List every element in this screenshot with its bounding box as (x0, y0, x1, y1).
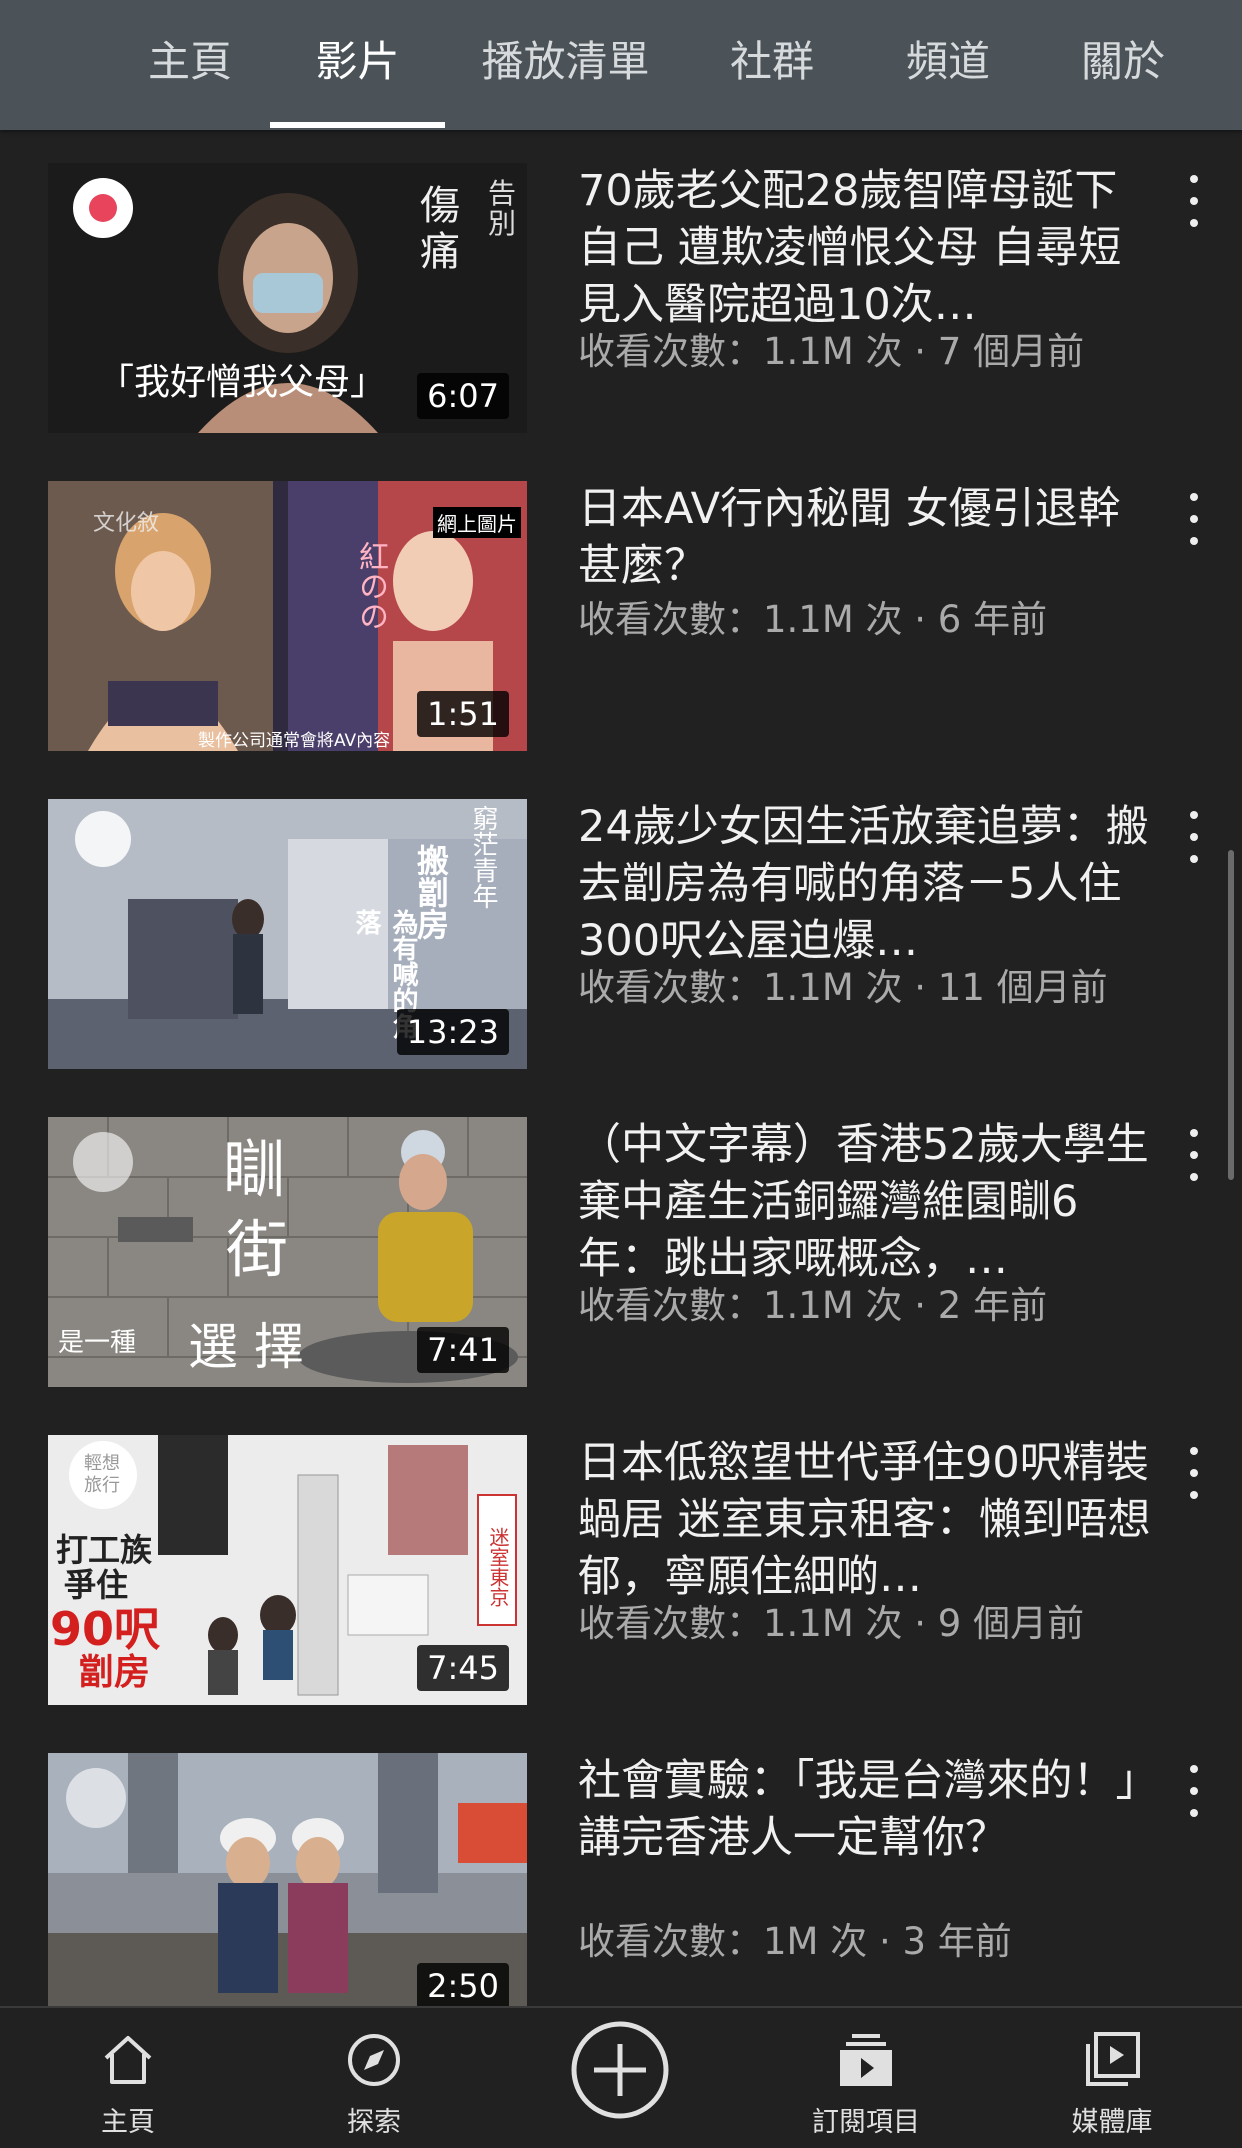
video-thumbnail[interactable]: 窮茫青年 搬劏房 為有喊的角落 13:23 (48, 799, 527, 1069)
tab-home[interactable]: 主頁 (140, 0, 240, 130)
nav-label: 主頁 (101, 2107, 155, 2138)
more-options-icon[interactable] (1172, 807, 1216, 867)
nav-label: 訂閱項目 (812, 2107, 920, 2138)
library-icon (1086, 2032, 1140, 2086)
thumbnail-caption: 選 擇 (188, 1318, 304, 1376)
thumbnail-caption: 迷室東京 (486, 1527, 510, 1607)
nav-label: 媒體庫 (1071, 2107, 1153, 2138)
nav-label: 探索 (347, 2107, 401, 2138)
video-duration: 6:07 (417, 373, 509, 419)
video-thumbnail[interactable]: 2:50 (48, 1753, 527, 2006)
video-item[interactable]: 文化敘 網上圖片 紅のの 製作公司通常會將AV內容 1:51 日本AV行內秘聞 … (0, 481, 1242, 751)
tab-channels[interactable]: 頻道 (898, 0, 998, 130)
video-duration: 13:23 (396, 1009, 509, 1055)
nav-home[interactable]: 主頁 (28, 2008, 228, 2148)
video-thumbnail[interactable]: 輕想旅行 打工族 爭住 90呎 劏房 迷室東京 7:45 (48, 1435, 527, 1705)
thumbnail-caption: 告別 (488, 177, 517, 240)
channel-watermark: 輕想旅行 (84, 1453, 120, 1496)
more-options-icon[interactable] (1172, 1443, 1216, 1503)
tab-playlists[interactable]: 播放清單 (478, 0, 653, 130)
video-duration: 7:41 (417, 1327, 509, 1373)
more-options-icon[interactable] (1172, 489, 1216, 549)
video-item[interactable]: 輕想旅行 打工族 爭住 90呎 劏房 迷室東京 7:45 日本低慾望世代爭住90… (0, 1435, 1242, 1705)
more-options-icon[interactable] (1172, 171, 1216, 231)
video-thumbnail[interactable]: 告別 傷痛 「我好憎我父母」 6:07 (48, 163, 527, 433)
video-list[interactable]: 告別 傷痛 「我好憎我父母」 6:07 70歲老父配28歲智障母誕下自己 遭欺凌… (0, 130, 1242, 2006)
scrollbar[interactable] (1228, 850, 1234, 1180)
video-meta: 收看次數：1.1M 次 · 6 年前 (578, 598, 1048, 641)
nav-library[interactable]: 媒體庫 (1012, 2008, 1212, 2148)
video-meta: 收看次數：1.1M 次 · 7 個月前 (578, 330, 1085, 373)
video-title[interactable]: （中文字幕）香港52歲大學生棄中產生活銅鑼灣維園瞓6年：跳出家嘅概念，… (578, 1117, 1158, 1288)
channel-tab-bar: 主頁 影片 播放清單 社群 頻道 關於 (0, 0, 1242, 130)
thumbnail-caption: 窮茫青年 (468, 805, 498, 909)
video-meta: 收看次數：1.1M 次 · 9 個月前 (578, 1602, 1085, 1645)
video-item[interactable]: 2:50 社會實驗：「我是台灣來的！」講完香港人一定幫你？ 收看次數：1M 次 … (0, 1753, 1242, 2006)
thumbnail-caption: 紅のの (353, 541, 388, 631)
bottom-navigation: 主頁 探索 訂閱項目 媒體庫 (0, 2006, 1242, 2148)
nav-explore[interactable]: 探索 (274, 2008, 474, 2148)
video-duration: 2:50 (417, 1963, 509, 2006)
tab-videos[interactable]: 影片 (270, 0, 445, 130)
video-thumbnail[interactable]: 文化敘 網上圖片 紅のの 製作公司通常會將AV內容 1:51 (48, 481, 527, 751)
video-title[interactable]: 社會實驗：「我是台灣來的！」講完香港人一定幫你？ (578, 1753, 1158, 1867)
thumbnail-caption: 街 (226, 1213, 289, 1286)
video-item[interactable]: 窮茫青年 搬劏房 為有喊的角落 13:23 24歲少女因生活放棄追夢：搬去劏房為… (0, 799, 1242, 1069)
video-thumbnail[interactable]: 瞓 街 是一種 選 擇 7:41 (48, 1117, 527, 1387)
thumbnail-caption: 傷痛 (420, 183, 460, 275)
thumbnail-caption: 是一種 (58, 1328, 137, 1358)
tab-community[interactable]: 社群 (722, 0, 822, 130)
video-item[interactable]: 瞓 街 是一種 選 擇 7:41 （中文字幕）香港52歲大學生棄中產生活銅鑼灣維… (0, 1117, 1242, 1387)
video-title[interactable]: 日本AV行內秘聞 女優引退幹甚麼？ (578, 481, 1158, 595)
home-icon (104, 2036, 152, 2084)
active-tab-indicator (270, 122, 445, 128)
video-meta: 收看次數：1.1M 次 · 11 個月前 (578, 966, 1108, 1009)
more-options-icon[interactable] (1172, 1761, 1216, 1821)
thumbnail-caption: 製作公司通常會將AV內容 (198, 731, 391, 751)
video-duration: 7:45 (417, 1645, 509, 1691)
video-item[interactable]: 告別 傷痛 「我好憎我父母」 6:07 70歲老父配28歲智障母誕下自己 遭欺凌… (0, 163, 1242, 433)
compass-icon (348, 2034, 400, 2086)
video-title[interactable]: 70歲老父配28歲智障母誕下自己 遭欺凌憎恨父母 自尋短見入醫院超過10次… (578, 163, 1158, 334)
video-title[interactable]: 日本低慾望世代爭住90呎精裝蝸居 迷室東京租客：懶到唔想郁，寧願住細啲… (578, 1435, 1158, 1606)
create-icon[interactable] (570, 2020, 670, 2120)
nav-subscriptions[interactable]: 訂閱項目 (766, 2008, 966, 2148)
video-duration: 1:51 (417, 691, 509, 737)
video-meta: 收看次數：1M 次 · 3 年前 (578, 1920, 1012, 1963)
tab-about[interactable]: 關於 (1073, 0, 1173, 130)
video-title[interactable]: 24歲少女因生活放棄追夢：搬去劏房為有喊的角落－5人住300呎公屋迫爆… (578, 799, 1158, 970)
thumbnail-caption: 網上圖片 (433, 507, 521, 538)
thumbnail-caption: 「我好憎我父母」 (98, 362, 387, 403)
subscriptions-icon (840, 2034, 892, 2086)
more-options-icon[interactable] (1172, 1125, 1216, 1185)
thumbnail-caption: 瞓 (223, 1133, 286, 1206)
video-meta: 收看次數：1.1M 次 · 2 年前 (578, 1284, 1048, 1327)
channel-watermark: 文化敘 (93, 511, 160, 536)
thumbnail-caption: 劏房 (78, 1652, 151, 1693)
